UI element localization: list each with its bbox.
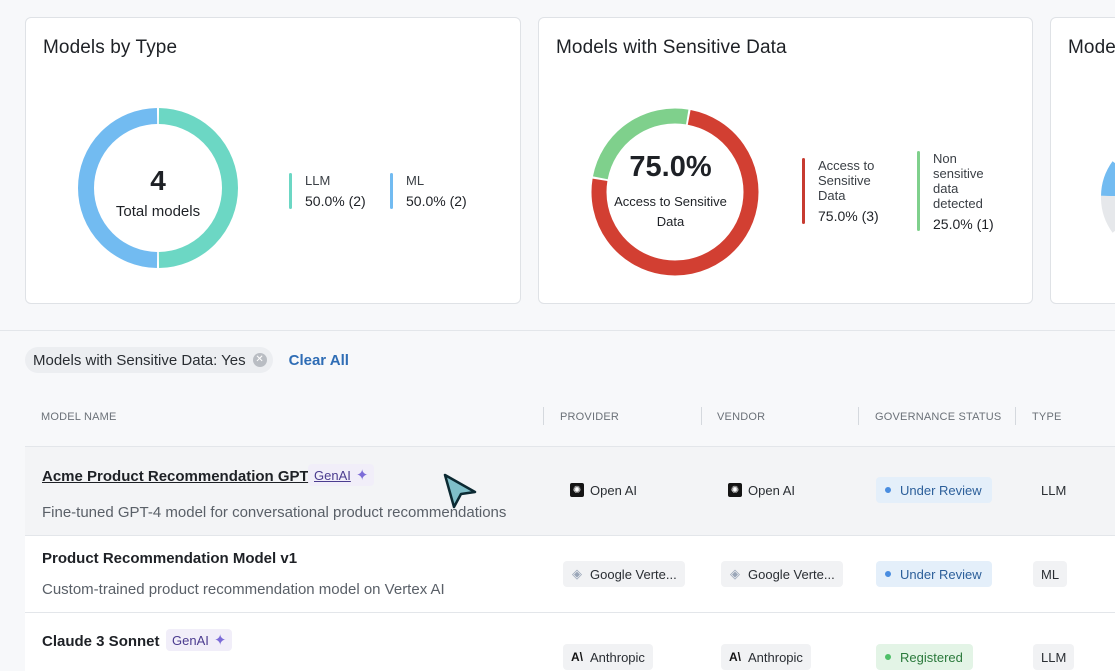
type-badge: ML (1033, 561, 1068, 587)
vendor-pill[interactable]: ✺ Open AI (721, 477, 803, 503)
models-table: MODEL NAME PROVIDER VENDOR GOVERNANCE ST… (25, 390, 1115, 671)
legend-value: 75.0% (3) (818, 208, 879, 224)
model-description: Custom-trained product recommendation mo… (42, 581, 445, 598)
google-vertex-icon: ◈ (572, 566, 582, 581)
genai-badge[interactable]: GenAI ✦ (308, 464, 375, 486)
legend-label-line: Data (818, 188, 846, 203)
status-dot (885, 571, 891, 577)
legend-label-line: detected (933, 196, 983, 211)
provider-name: Anthropic (590, 649, 645, 665)
total-models-value: 4 (150, 165, 166, 196)
column-divider[interactable] (701, 407, 702, 425)
sensitive-percent-value: 75.0% (629, 151, 712, 183)
model-name-link[interactable]: Acme Product Recommendation GPT (42, 468, 309, 485)
legend-label-line: data (933, 181, 959, 196)
legend-label-line: Access to (818, 158, 875, 173)
status-badge: Under Review (876, 561, 992, 587)
legend-color-bar (289, 173, 292, 209)
provider-pill[interactable]: A\ Anthropic (563, 644, 653, 670)
sensitive-label-line1: Access to Sensitive (614, 194, 727, 209)
vendor-name: Anthropic (748, 649, 803, 665)
genai-badge[interactable]: GenAI ✦ (166, 629, 233, 651)
vendor-name: Open AI (748, 482, 795, 498)
legend-color-bar (802, 158, 805, 224)
legend-label-line: sensitive (933, 166, 984, 181)
status-dot (885, 487, 891, 493)
legend-item-access-sensitive: Access to Sensitive Data 75.0% (3) (802, 158, 879, 224)
models-with-sensitive-data-card: Models with Sensitive Data 75.0% Access … (538, 17, 1033, 304)
close-icon[interactable]: ✕ (252, 353, 267, 367)
column-header-type[interactable]: TYPE (1032, 411, 1062, 423)
clear-all-button[interactable]: Clear All (289, 352, 349, 369)
sensitive-label-line2: Data (656, 214, 685, 229)
vendor-pill[interactable]: A\ Anthropic (721, 644, 811, 670)
type-badge: LLM (1041, 482, 1067, 498)
legend-item-llm: LLM 50.0% (2) (289, 173, 366, 209)
partial-models-card: Mode (1050, 17, 1115, 304)
legend-label-line: Sensitive (818, 173, 871, 188)
card-title: Models with Sensitive Data (556, 37, 787, 58)
filter-chip-sensitive-data[interactable]: Models with Sensitive Data: Yes ✕ (25, 347, 273, 373)
column-header-model-name[interactable]: MODEL NAME (41, 411, 117, 423)
genai-badge-label: GenAI (314, 467, 351, 483)
provider-name: Open AI (590, 482, 637, 498)
legend-label: LLM (305, 173, 331, 188)
legend-color-bar (390, 173, 393, 209)
mouse-cursor-icon (443, 473, 477, 509)
legend-label-line: Non (933, 151, 957, 166)
legend-color-bar (917, 151, 920, 231)
table-row[interactable]: Claude 3 Sonnet GenAI ✦ A\ Anthropic A\ … (25, 613, 1115, 671)
model-description: Fine-tuned GPT-4 model for conversationa… (42, 504, 507, 521)
sensitive-data-donut (591, 108, 759, 276)
column-header-provider[interactable]: PROVIDER (560, 411, 619, 423)
section-divider (0, 330, 1115, 331)
filter-chip-label: Models with Sensitive Data: Yes (33, 351, 246, 369)
openai-icon: ✺ (728, 483, 742, 497)
openai-icon: ✺ (570, 483, 584, 497)
table-header: MODEL NAME PROVIDER VENDOR GOVERNANCE ST… (25, 390, 1115, 447)
column-divider[interactable] (543, 407, 544, 425)
partial-donut (1101, 161, 1115, 233)
vendor-name: Google Verte... (748, 566, 835, 582)
card-title: Models by Type (43, 37, 178, 58)
sparkle-icon: ✦ (213, 632, 227, 649)
legend-value: 50.0% (2) (305, 193, 366, 209)
table-row[interactable]: Acme Product Recommendation GPT GenAI ✦ … (25, 447, 1115, 536)
status-label: Registered (900, 649, 963, 665)
vendor-pill[interactable]: ◈ Google Verte... (721, 561, 843, 587)
table-row[interactable]: Product Recommendation Model v1 Custom-t… (25, 536, 1115, 613)
column-header-governance-status[interactable]: GOVERNANCE STATUS (875, 411, 1001, 423)
legend-value: 25.0% (1) (933, 216, 994, 232)
column-divider[interactable] (858, 407, 859, 425)
model-name-link[interactable]: Claude 3 Sonnet (42, 633, 160, 650)
column-header-vendor[interactable]: VENDOR (717, 411, 765, 423)
model-name-link[interactable]: Product Recommendation Model v1 (42, 550, 297, 567)
google-vertex-icon: ◈ (730, 566, 740, 581)
legend-label: ML (406, 173, 425, 188)
models-by-type-card: Models by Type 4 Total models LLM 50.0% … (25, 17, 521, 304)
provider-pill[interactable]: ◈ Google Verte... (563, 561, 685, 587)
status-label: Under Review (900, 566, 982, 582)
provider-pill[interactable]: ✺ Open AI (563, 477, 645, 503)
legend-item-ml: ML 50.0% (2) (390, 173, 467, 209)
genai-badge-label: GenAI (172, 632, 209, 648)
type-badge: LLM (1033, 644, 1075, 670)
legend-item-non-sensitive: Non sensitive data detected 25.0% (1) (917, 151, 994, 232)
active-filters: Models with Sensitive Data: Yes ✕ Clear … (25, 347, 349, 373)
sparkle-icon: ✦ (355, 467, 369, 484)
total-models-label: Total models (115, 203, 201, 220)
status-badge: Under Review (876, 477, 992, 503)
status-badge: Registered (876, 644, 973, 670)
status-dot (885, 654, 891, 660)
anthropic-icon: A\ (729, 650, 741, 664)
card-title: Mode (1068, 37, 1115, 58)
legend-value: 50.0% (2) (406, 193, 467, 209)
dashboard-cards: Models by Type 4 Total models LLM 50.0% … (0, 0, 1115, 330)
provider-name: Google Verte... (590, 566, 677, 582)
status-label: Under Review (900, 482, 982, 498)
anthropic-icon: A\ (571, 650, 583, 664)
column-divider[interactable] (1015, 407, 1016, 425)
